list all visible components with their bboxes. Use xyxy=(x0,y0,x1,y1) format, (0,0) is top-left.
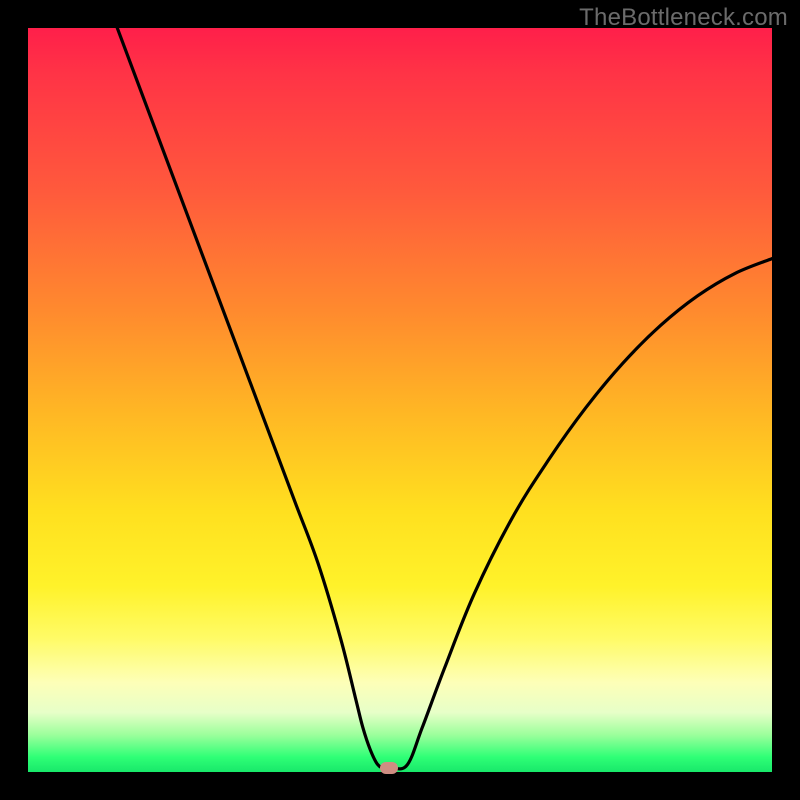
chart-frame: TheBottleneck.com xyxy=(0,0,800,800)
bottleneck-curve xyxy=(28,28,772,772)
optimal-point-marker xyxy=(380,762,398,774)
plot-area xyxy=(28,28,772,772)
watermark-text: TheBottleneck.com xyxy=(579,4,788,32)
